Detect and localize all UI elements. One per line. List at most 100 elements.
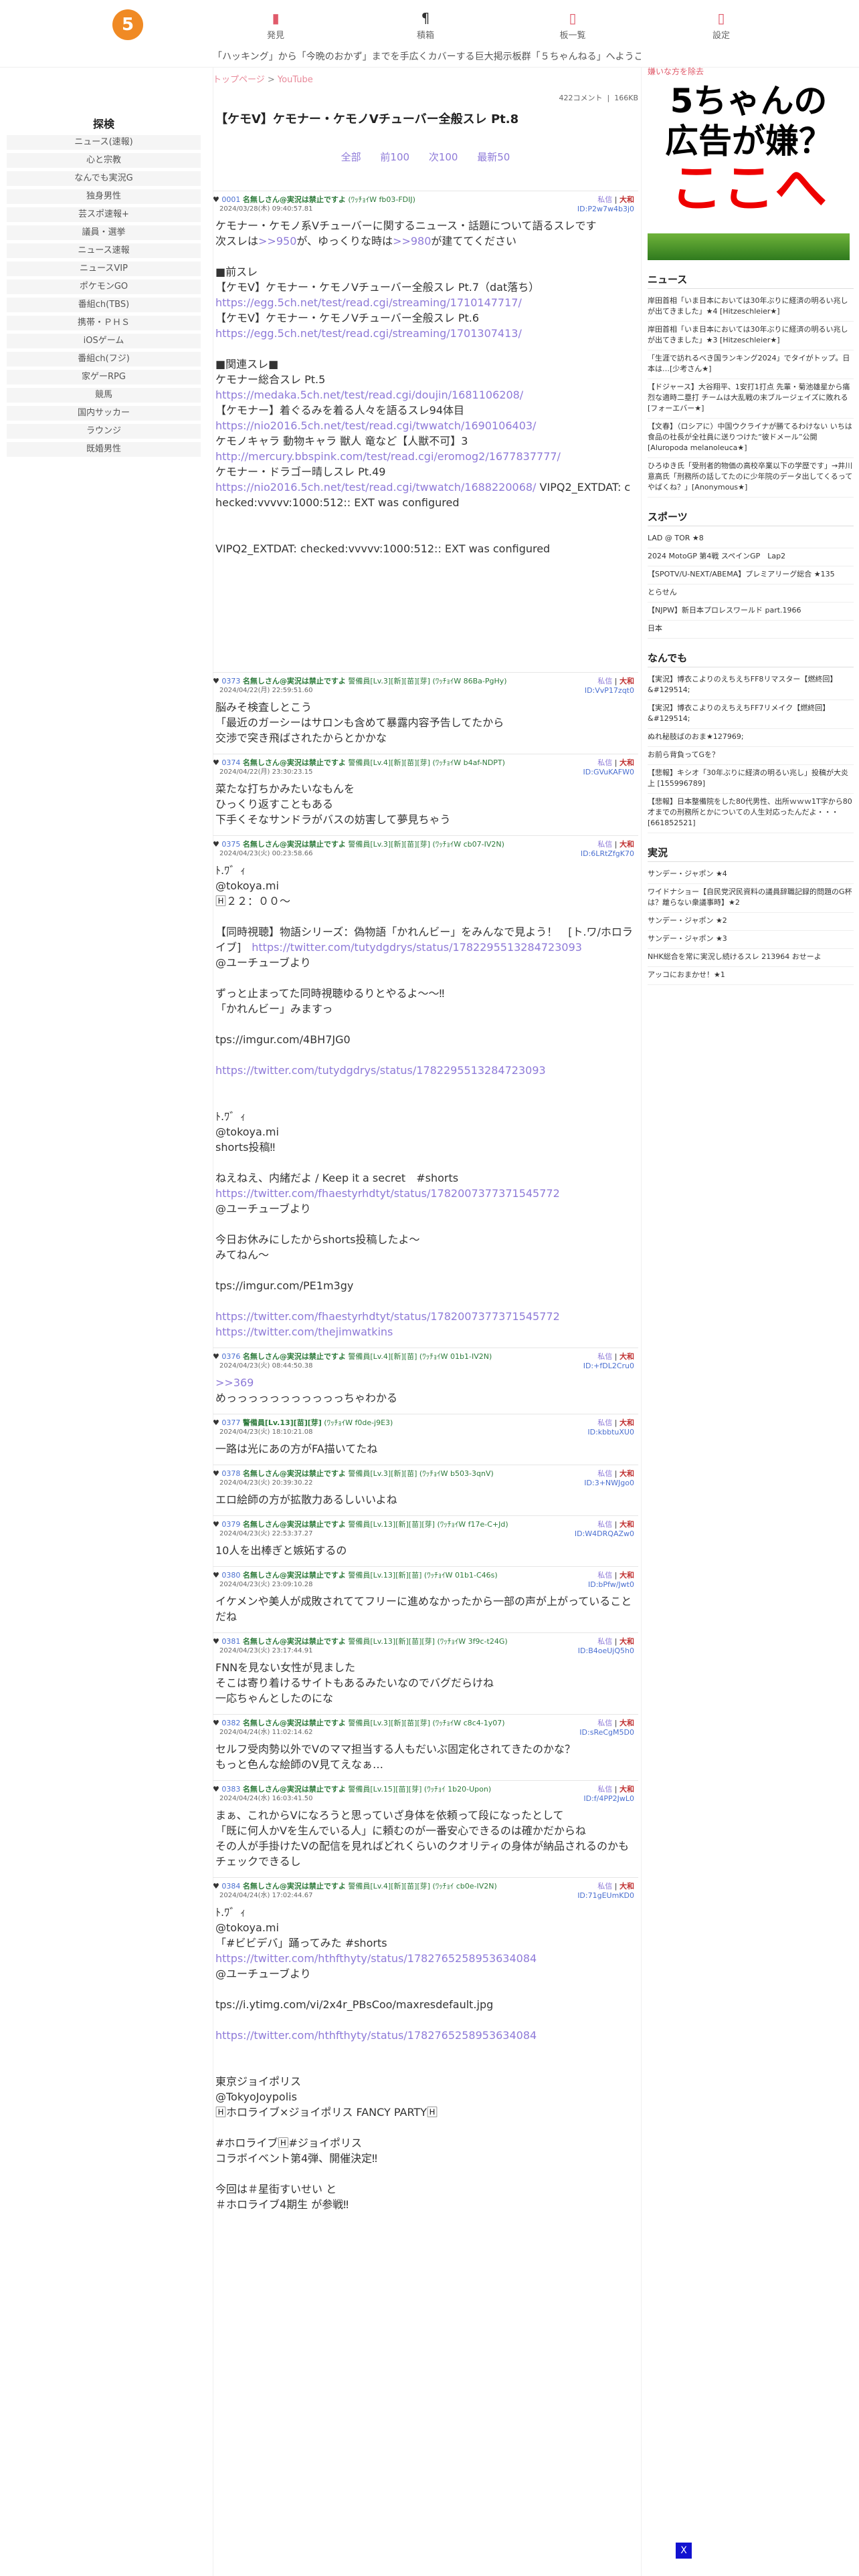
sidebar-thread-link[interactable]: ひろゆき氏「受刑者的物価の高校卒業以下の学歴です」→井川意高氏「刑務所の話してた… [648, 458, 854, 498]
report-link[interactable]: 大和 [619, 677, 634, 685]
sidebar-thread-link[interactable]: 【実況】博衣こよりのえちえちFF7リメイク【燃終回】&#129514; [648, 700, 854, 729]
report-link[interactable]: 大和 [619, 1785, 634, 1794]
reply-link[interactable]: 私信 [597, 195, 612, 204]
report-link[interactable]: 大和 [619, 758, 634, 767]
post-id[interactable]: ID:6LRtZfgK70 [581, 849, 634, 859]
reply-link[interactable]: 私信 [597, 1469, 612, 1478]
sidebar-thread-link[interactable]: 日本 [648, 621, 854, 639]
post-id[interactable]: ID:sReCgM5D0 [579, 1728, 634, 1737]
post-id[interactable]: ID:kbbtuXU0 [587, 1428, 634, 1437]
post-number[interactable]: 0001 [221, 195, 240, 204]
reply-link[interactable]: 私信 [597, 1637, 612, 1646]
sidebar-board-link[interactable]: 携帯・ＰＨＳ [7, 316, 201, 330]
report-link[interactable]: 大和 [619, 1469, 634, 1478]
nav-prev100[interactable]: 前100 [380, 151, 409, 163]
sidebar-board-link[interactable]: ニュース速報 [7, 243, 201, 258]
sidebar-thread-link[interactable]: 【実況】博衣こよりのえちえちFF8リマスター【燃終回】&#129514; [648, 671, 854, 700]
post-id[interactable]: ID:bPfw/Jwt0 [588, 1580, 634, 1590]
sidebar-board-link[interactable]: 議員・選挙 [7, 225, 201, 240]
reply-link[interactable]: 私信 [597, 1719, 612, 1727]
post-id[interactable]: ID:f/4PP2JwL0 [583, 1794, 634, 1804]
breadcrumb-top[interactable]: トップページ [213, 75, 265, 85]
sidebar-thread-link[interactable]: 【悲報】キシオ「30年ぶりに経済の明るい兆し」投稿が大炎上 [155996789… [648, 765, 854, 794]
report-link[interactable]: 大和 [619, 1719, 634, 1727]
post-number[interactable]: 0373 [221, 677, 240, 685]
post-id[interactable]: ID:B4oeUjQ5h0 [578, 1646, 634, 1656]
post-id[interactable]: ID:VvP17zqt0 [585, 686, 634, 695]
report-link[interactable]: 大和 [619, 1520, 634, 1529]
report-link[interactable]: 大和 [619, 195, 634, 204]
sidebar-thread-link[interactable]: 【文春】（ロシアに）中国ウクライナが勝てるわけない いちは食品の社長が全社員に送… [648, 419, 854, 458]
reply-link[interactable]: 私信 [597, 1352, 612, 1361]
sidebar-thread-link[interactable]: 【NJPW】新日本プロレスワールド part.1966 [648, 603, 854, 621]
report-link[interactable]: 大和 [619, 1882, 634, 1891]
report-link[interactable]: 大和 [619, 1418, 634, 1427]
sidebar-thread-link[interactable]: サンデー・ジャポン ★3 [648, 931, 854, 949]
post-id[interactable]: ID:71gEUmKD0 [577, 1891, 634, 1901]
sidebar-thread-link[interactable]: 【悲報】日本整備院をした80代男性、出所ｗｗｗ1T字から80才までの刑務所とかに… [648, 794, 854, 833]
ad-label[interactable]: 嫌いな方を除去 [648, 66, 854, 77]
nav-all[interactable]: 全部 [341, 151, 361, 163]
post-number[interactable]: 0377 [221, 1418, 240, 1427]
post-number[interactable]: 0383 [221, 1785, 240, 1794]
sidebar-board-link[interactable]: なんでも実況G [7, 171, 201, 186]
breadcrumb-board[interactable]: YouTube [278, 75, 313, 85]
sidebar-board-link[interactable]: ニュースVIP [7, 261, 201, 276]
sidebar-thread-link[interactable]: 「生涯で訪れるべき国ランキング2024」でタイがトップ。日本は…[少考さん★] [648, 350, 854, 379]
sidebar-thread-link[interactable]: アッコにおまかせ！★1 [648, 967, 854, 985]
sidebar-board-link[interactable]: 番組ch(フジ) [7, 352, 201, 366]
reply-link[interactable]: 私信 [597, 1418, 612, 1427]
post-id[interactable]: ID:GVuKAFW0 [583, 768, 634, 777]
sidebar-board-link[interactable]: 独身男性 [7, 189, 201, 204]
post-number[interactable]: 0379 [221, 1520, 240, 1529]
report-link[interactable]: 大和 [619, 1637, 634, 1646]
sidebar-thread-link[interactable]: ワイドナショー【自民党沢民資料の議員辞職記録的問題のG杯は？離らない衆議事時】★… [648, 884, 854, 913]
sidebar-thread-link[interactable]: お前ら背負ってGを？ [648, 747, 854, 765]
report-link[interactable]: 大和 [619, 1571, 634, 1580]
nav-stack[interactable]: ¶ 積箱 [399, 11, 452, 41]
reply-link[interactable]: 私信 [597, 1571, 612, 1580]
ad-banner[interactable]: 5ちゃんの 広告が嫌？ ここへ [648, 80, 850, 260]
post-number[interactable]: 0384 [221, 1882, 240, 1891]
post-number[interactable]: 0382 [221, 1719, 240, 1727]
sidebar-board-link[interactable]: ラウンジ [7, 424, 201, 439]
reply-link[interactable]: 私信 [597, 1882, 612, 1891]
sidebar-thread-link[interactable]: NHK総合を常に実況し続けるスレ 213964 おせーよ [648, 949, 854, 967]
post-number[interactable]: 0374 [221, 758, 240, 767]
sidebar-thread-link[interactable]: 【SPOTV/U-NEXT/ABEMA】プレミアリーグ総合 ★135 [648, 566, 854, 584]
scroll-top-button[interactable]: X [676, 2543, 692, 2559]
reply-link[interactable]: 私信 [597, 840, 612, 849]
reply-link[interactable]: 私信 [597, 1520, 612, 1529]
reply-link[interactable]: 私信 [597, 758, 612, 767]
sidebar-board-link[interactable]: 競馬 [7, 388, 201, 403]
sidebar-board-link[interactable]: 国内サッカー [7, 406, 201, 421]
reply-link[interactable]: 私信 [597, 677, 612, 685]
nav-discover[interactable]: ▮ 発見 [249, 11, 302, 41]
report-link[interactable]: 大和 [619, 840, 634, 849]
sidebar-thread-link[interactable]: ぬれ秘肢ばのおま★127969; [648, 729, 854, 747]
post-number[interactable]: 0378 [221, 1469, 240, 1478]
post-number[interactable]: 0375 [221, 840, 240, 849]
post-id[interactable]: ID:3+NWJgo0 [584, 1479, 634, 1488]
sidebar-thread-link[interactable]: サンデー・ジャポン ★4 [648, 866, 854, 884]
sidebar-thread-link[interactable]: 2024 MotoGP 第4戦 スペインGP Lap2 [648, 548, 854, 566]
sidebar-thread-link[interactable]: サンデー・ジャポン ★2 [648, 913, 854, 931]
sidebar-board-link[interactable]: 心と宗教 [7, 153, 201, 168]
nav-settings[interactable]: ▯ 設定 [694, 11, 748, 41]
sidebar-thread-link[interactable]: 岸田首相「いま日本においては30年ぶりに経済の明るい兆しが出てきました」★3 [… [648, 322, 854, 350]
sidebar-board-link[interactable]: 芸スポ速報+ [7, 207, 201, 222]
post-id[interactable]: ID:W4DRQAZw0 [575, 1529, 634, 1539]
sidebar-board-link[interactable]: 既婚男性 [7, 442, 201, 457]
nav-boards[interactable]: ▯ 板一覧 [546, 11, 599, 41]
sidebar-thread-link[interactable]: LAD @ TOR ★8 [648, 530, 854, 548]
sidebar-board-link[interactable]: ポケモンGO [7, 280, 201, 294]
sidebar-board-link[interactable]: ニュース(速報) [7, 135, 201, 150]
sidebar-thread-link[interactable]: 岸田首相「いま日本においては30年ぶりに経済の明るい兆しが出てきました」★4 [… [648, 293, 854, 322]
sidebar-board-link[interactable]: 番組ch(TBS) [7, 298, 201, 312]
post-id[interactable]: ID:P2w7w4b3j0 [577, 205, 634, 214]
sidebar-board-link[interactable]: iOSゲーム [7, 334, 201, 348]
nav-latest50[interactable]: 最新50 [477, 151, 510, 163]
post-number[interactable]: 0381 [221, 1637, 240, 1646]
nav-next100[interactable]: 次100 [429, 151, 458, 163]
sidebar-board-link[interactable]: 家ゲーRPG [7, 370, 201, 385]
